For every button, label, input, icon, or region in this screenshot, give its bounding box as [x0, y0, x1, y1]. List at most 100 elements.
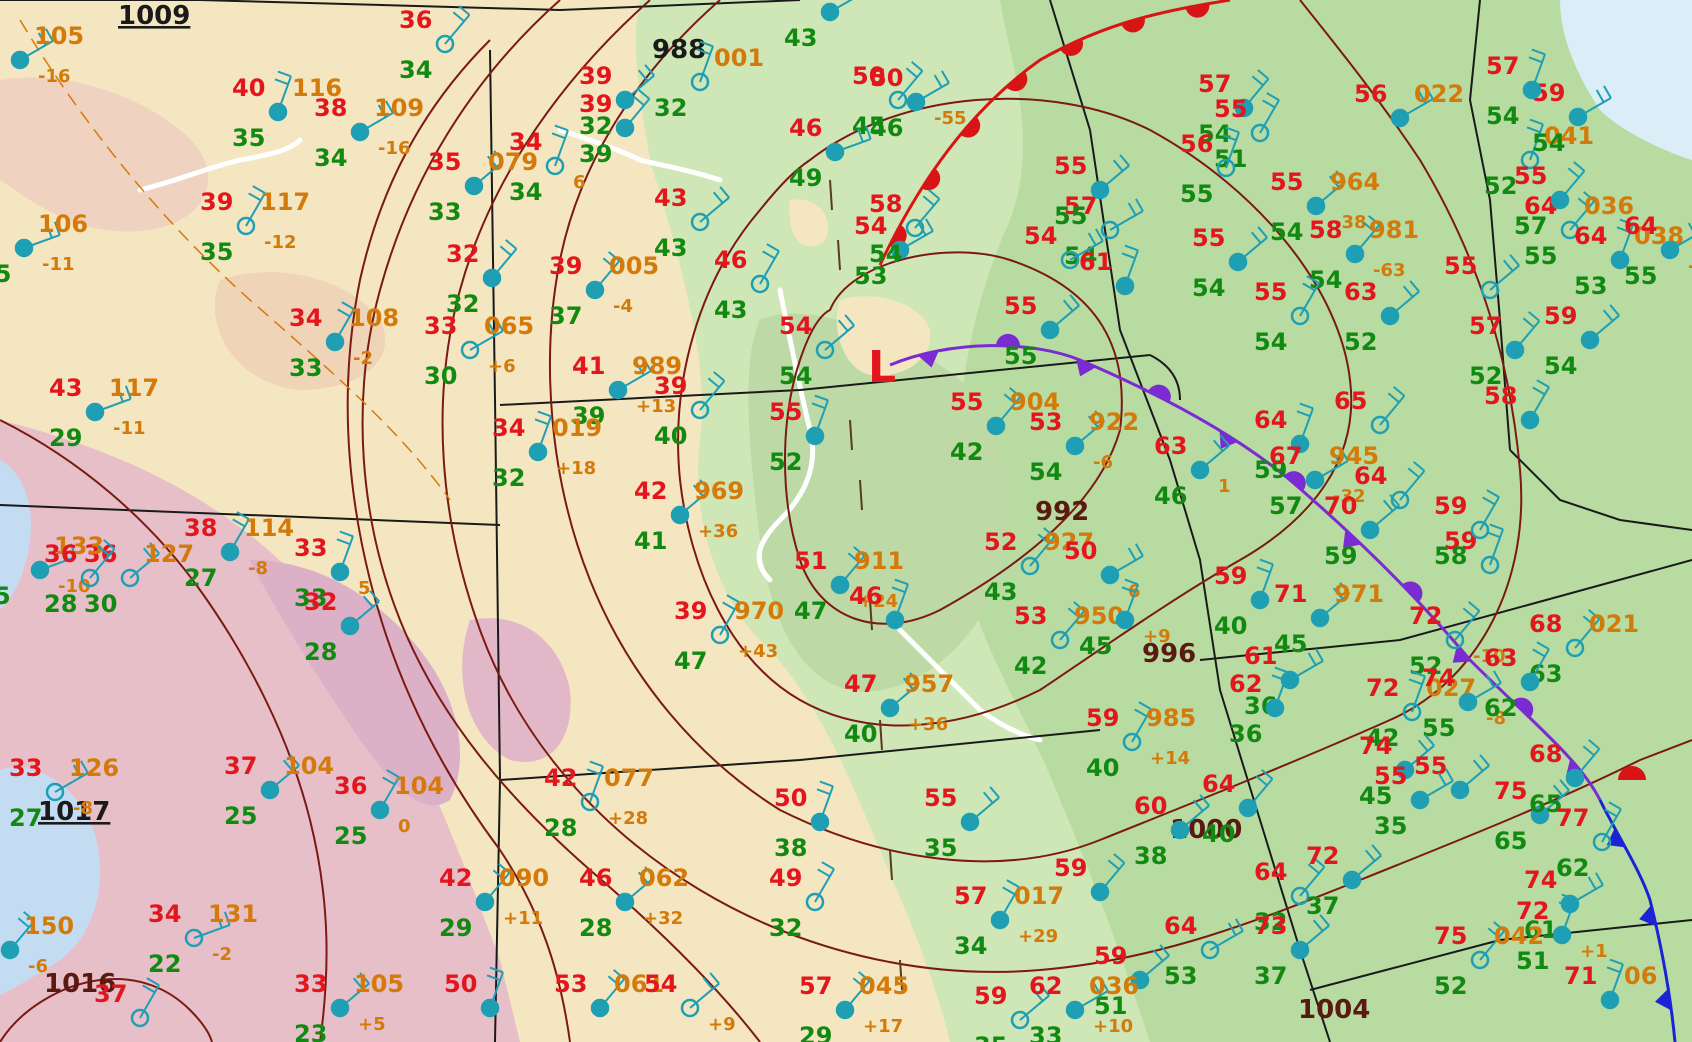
- station-pressure: 090: [499, 864, 549, 892]
- station-temperature: 70: [1324, 492, 1357, 520]
- station-dewpoint: 34: [509, 178, 542, 206]
- station-pressure-tendency: 1: [1218, 476, 1231, 497]
- station-temperature: 59: [1054, 854, 1087, 882]
- station-circle: [880, 698, 900, 718]
- station-dewpoint: 40: [844, 720, 877, 748]
- station-temperature: 49: [769, 864, 802, 892]
- station-dewpoint: 47: [794, 597, 827, 625]
- station-temperature: 41: [572, 352, 605, 380]
- station-circle: [585, 280, 605, 300]
- station-dewpoint: 52: [1484, 172, 1517, 200]
- station-temperature: 57: [1469, 312, 1502, 340]
- station-dewpoint: 52: [769, 448, 802, 476]
- station-dewpoint: 22: [148, 950, 181, 978]
- station-temperature: 54: [644, 970, 677, 998]
- station-pressure: 017: [1014, 882, 1064, 910]
- station-dewpoint: 42: [950, 438, 983, 466]
- station-temperature: 64: [1354, 462, 1387, 490]
- station-circle: [1310, 608, 1330, 628]
- station-circle: [1552, 925, 1572, 945]
- station-pressure-tendency: -2: [212, 944, 232, 965]
- station-dewpoint: 29: [799, 1022, 832, 1042]
- station-pressure: 104: [394, 772, 444, 800]
- station-circle: [1450, 780, 1470, 800]
- station-pressure: 150: [24, 912, 74, 940]
- station-pressure-tendency: +9: [708, 1014, 736, 1035]
- station-pressure: 922: [1089, 408, 1139, 436]
- station-pressure-tendency: +36: [908, 714, 948, 735]
- station-temperature: 55: [769, 398, 802, 426]
- station-circle: [825, 142, 845, 162]
- station-dewpoint: 45: [1079, 632, 1112, 660]
- station-dewpoint: 54: [1532, 129, 1565, 157]
- station-pressure: 108: [349, 304, 399, 332]
- station-pressure-tendency: -2: [353, 348, 373, 369]
- station-temperature: 53: [1029, 408, 1062, 436]
- station-pressure-tendency: +17: [863, 1016, 903, 1037]
- station-temperature: 59: [1214, 562, 1247, 590]
- station-dewpoint: 62: [1556, 854, 1589, 882]
- station-circle: [990, 910, 1010, 930]
- station-temperature: 55: [1444, 252, 1477, 280]
- station-temperature: 55: [1374, 762, 1407, 790]
- station-dewpoint: 54: [1544, 352, 1577, 380]
- station-temperature: 55: [1270, 168, 1303, 196]
- station-circle: [615, 90, 635, 110]
- station-circle: [10, 50, 30, 70]
- station-temperature: 46: [849, 582, 882, 610]
- station-dewpoint: 49: [789, 164, 822, 192]
- station-circle: [1090, 882, 1110, 902]
- station-temperature: 34: [148, 900, 181, 928]
- station-dewpoint: 29: [49, 424, 82, 452]
- station-temperature: 33: [294, 534, 327, 562]
- station-dewpoint: 55: [1004, 342, 1037, 370]
- station-pressure: 062: [639, 864, 689, 892]
- station-pressure: 969: [694, 477, 744, 505]
- station-temperature: 62: [1029, 972, 1062, 1000]
- station-temperature: 71: [1274, 580, 1307, 608]
- station-temperature: 46: [714, 246, 747, 274]
- station-pressure-tendency: +10: [1093, 1016, 1133, 1037]
- station-temperature: 59: [1434, 492, 1467, 520]
- station-pressure-tendency: +5: [358, 1014, 386, 1035]
- station-dewpoint: 34: [314, 144, 347, 172]
- station-dewpoint: 52: [1434, 972, 1467, 1000]
- station-circle: [1565, 768, 1585, 788]
- station-temperature: 64: [1254, 406, 1287, 434]
- station-pressure-tendency: -8: [248, 558, 268, 579]
- station-dewpoint: 54: [779, 362, 812, 390]
- station-temperature: 50: [774, 784, 807, 812]
- station-circle: [1520, 410, 1540, 430]
- station-pressure: 104: [284, 752, 334, 780]
- station-pressure-tendency: -16: [378, 138, 411, 159]
- station-temperature: 52: [984, 528, 1017, 556]
- station-pressure: 106: [38, 210, 88, 238]
- station-temperature: 53: [554, 970, 587, 998]
- station-circle: [325, 332, 345, 352]
- station-circle: [1342, 870, 1362, 890]
- station-temperature: 39: [654, 372, 687, 400]
- station-pressure: 065: [484, 312, 534, 340]
- station-dewpoint: 42: [1014, 652, 1047, 680]
- station-circle: [1265, 698, 1285, 718]
- station-temperature: 45: [784, 0, 817, 2]
- station-dewpoint: 38: [1134, 842, 1167, 870]
- station-temperature: 43: [49, 374, 82, 402]
- station-temperature: 59: [1544, 302, 1577, 330]
- station-dewpoint: 23: [294, 1020, 327, 1042]
- station-circle: [1170, 820, 1190, 840]
- station-temperature: 58: [1309, 216, 1342, 244]
- station-dewpoint: 59: [1324, 542, 1357, 570]
- station-pressure-tendency: -63: [1373, 260, 1406, 281]
- station-temperature: 59: [974, 982, 1007, 1010]
- station-circle: [268, 102, 288, 122]
- station-temperature: 32: [304, 588, 337, 616]
- station-pressure: 964: [1330, 168, 1380, 196]
- station-circle: [340, 616, 360, 636]
- station-dewpoint: 40: [654, 422, 687, 450]
- station-circle: [1380, 306, 1400, 326]
- station-pressure: 911: [854, 547, 904, 575]
- station-temperature: 35: [428, 148, 461, 176]
- station-circle: [528, 442, 548, 462]
- station-temperature: 43: [654, 184, 687, 212]
